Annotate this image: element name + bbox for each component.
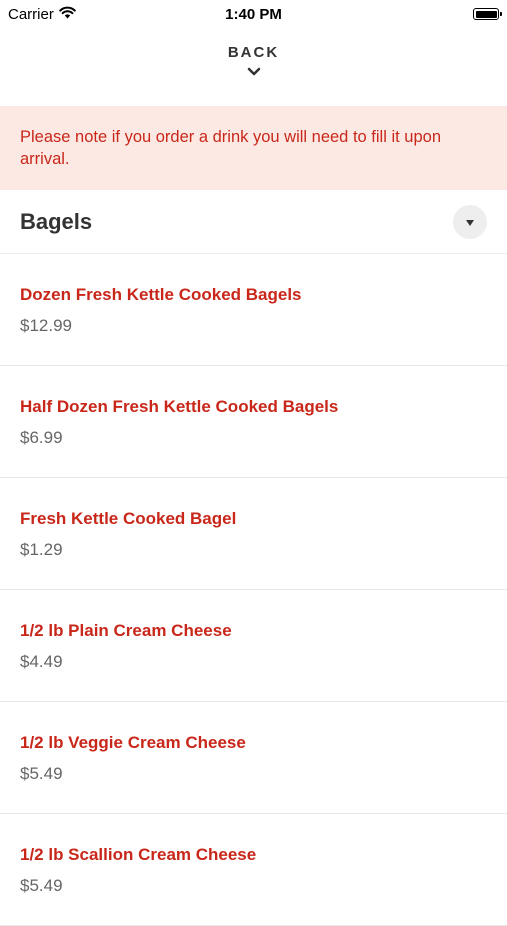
item-price: $5.49: [20, 764, 63, 783]
back-label: BACK: [227, 44, 280, 61]
status-time: 1:40 PM: [225, 5, 282, 23]
chevron-down-icon: [247, 63, 261, 81]
item-price: $4.49: [20, 652, 63, 671]
item-name: 1/2 lb Scallion Cream Cheese: [20, 845, 257, 864]
drink-notice-banner: Please note if you order a drink you wil…: [0, 106, 507, 190]
item-price: $1.29: [20, 540, 63, 559]
notice-text: Please note if you order a drink you wil…: [20, 128, 441, 168]
menu-item[interactable]: 1/2 lb Veggie Cream Cheese $5.49: [0, 702, 507, 814]
carrier-group: Carrier: [8, 6, 76, 23]
item-price: $12.99: [20, 316, 72, 335]
item-name: 1/2 lb Veggie Cream Cheese: [20, 733, 246, 752]
category-header: Bagels: [0, 190, 507, 254]
category-title: Bagels: [20, 208, 93, 234]
status-bar: Carrier 1:40 PM: [0, 0, 507, 28]
item-name: 1/2 lb Plain Cream Cheese: [20, 621, 232, 640]
menu-item[interactable]: Dozen Fresh Kettle Cooked Bagels $12.99: [0, 254, 507, 366]
category-dropdown-button[interactable]: [453, 204, 487, 239]
caret-down-icon: [466, 213, 474, 231]
back-button[interactable]: BACK: [0, 44, 507, 94]
menu-item[interactable]: 1/2 lb Scallion Cream Cheese $5.49: [0, 814, 507, 926]
menu-item[interactable]: Half Dozen Fresh Kettle Cooked Bagels $6…: [0, 366, 507, 478]
item-price: $6.99: [20, 428, 63, 447]
menu-item[interactable]: Fresh Kettle Cooked Bagel $1.29: [0, 478, 507, 590]
battery-icon: [473, 8, 502, 20]
item-name: Fresh Kettle Cooked Bagel: [20, 509, 237, 528]
item-name: Dozen Fresh Kettle Cooked Bagels: [20, 285, 302, 304]
menu-item-list: Dozen Fresh Kettle Cooked Bagels $12.99 …: [0, 254, 507, 926]
item-price: $5.49: [20, 876, 63, 895]
wifi-icon: [59, 6, 76, 23]
carrier-label: Carrier: [8, 5, 54, 23]
item-name: Half Dozen Fresh Kettle Cooked Bagels: [20, 397, 339, 416]
menu-item[interactable]: 1/2 lb Plain Cream Cheese $4.49: [0, 590, 507, 702]
